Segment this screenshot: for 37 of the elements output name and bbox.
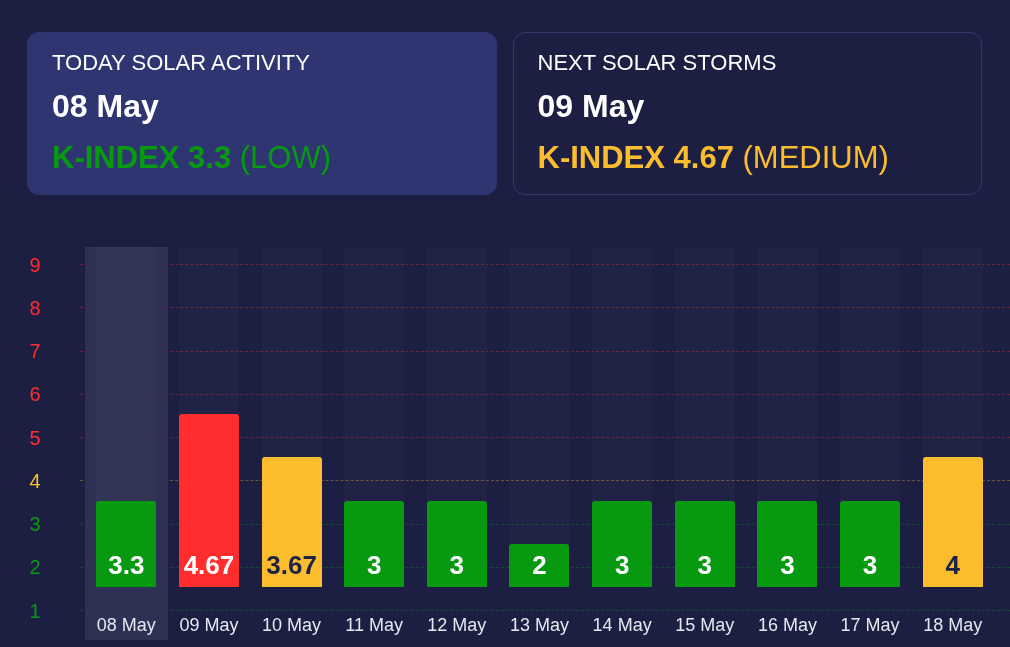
k-index-value: 2	[532, 552, 547, 582]
y-axis-label: 3	[28, 514, 42, 535]
card-title: TODAY SOLAR ACTIVITY	[52, 49, 311, 77]
k-index-value: 3	[449, 552, 465, 582]
card-date: 08 May	[52, 87, 160, 126]
k-index-value: 3	[862, 552, 878, 582]
date-label: 12 May	[427, 616, 487, 634]
k-index-text: K-INDEX 4.67 (MEDIUM)	[537, 139, 890, 177]
y-axis-label: 1	[28, 600, 42, 621]
k-index-text: K-INDEX 3.3 (LOW)	[52, 139, 333, 177]
k-index-value: 4.67	[183, 552, 235, 582]
k-index-value: 3	[614, 552, 630, 582]
date-label: 13 May	[509, 616, 569, 634]
y-axis-label: 4	[28, 470, 42, 491]
date-label: 09 May	[179, 616, 239, 634]
date-label: 18 May	[923, 616, 983, 634]
k-index-value: 4	[945, 552, 960, 582]
date-label: 17 May	[840, 616, 900, 634]
y-axis-label: 9	[28, 254, 42, 275]
y-axis-label: 6	[28, 384, 42, 405]
k-index-value: 3	[697, 552, 712, 582]
k-index-value: 3	[780, 552, 795, 582]
k-index-value: 3.67	[266, 552, 317, 582]
card-date: 09 May	[537, 87, 646, 126]
date-label: 14 May	[592, 616, 652, 634]
y-axis-label: 5	[28, 427, 42, 448]
k-index-value: 3.3	[108, 552, 145, 582]
date-label: 08 May	[96, 616, 156, 634]
k-index-value: 3	[367, 552, 382, 582]
date-label: 16 May	[757, 616, 817, 634]
y-axis-label: 2	[28, 557, 42, 578]
date-label: 15 May	[675, 616, 735, 634]
card-title: NEXT SOLAR STORMS	[537, 49, 778, 77]
y-axis-label: 8	[28, 297, 42, 318]
y-axis-label: 7	[28, 341, 42, 362]
date-label: 10 May	[262, 616, 322, 634]
date-label: 11 May	[345, 616, 404, 634]
